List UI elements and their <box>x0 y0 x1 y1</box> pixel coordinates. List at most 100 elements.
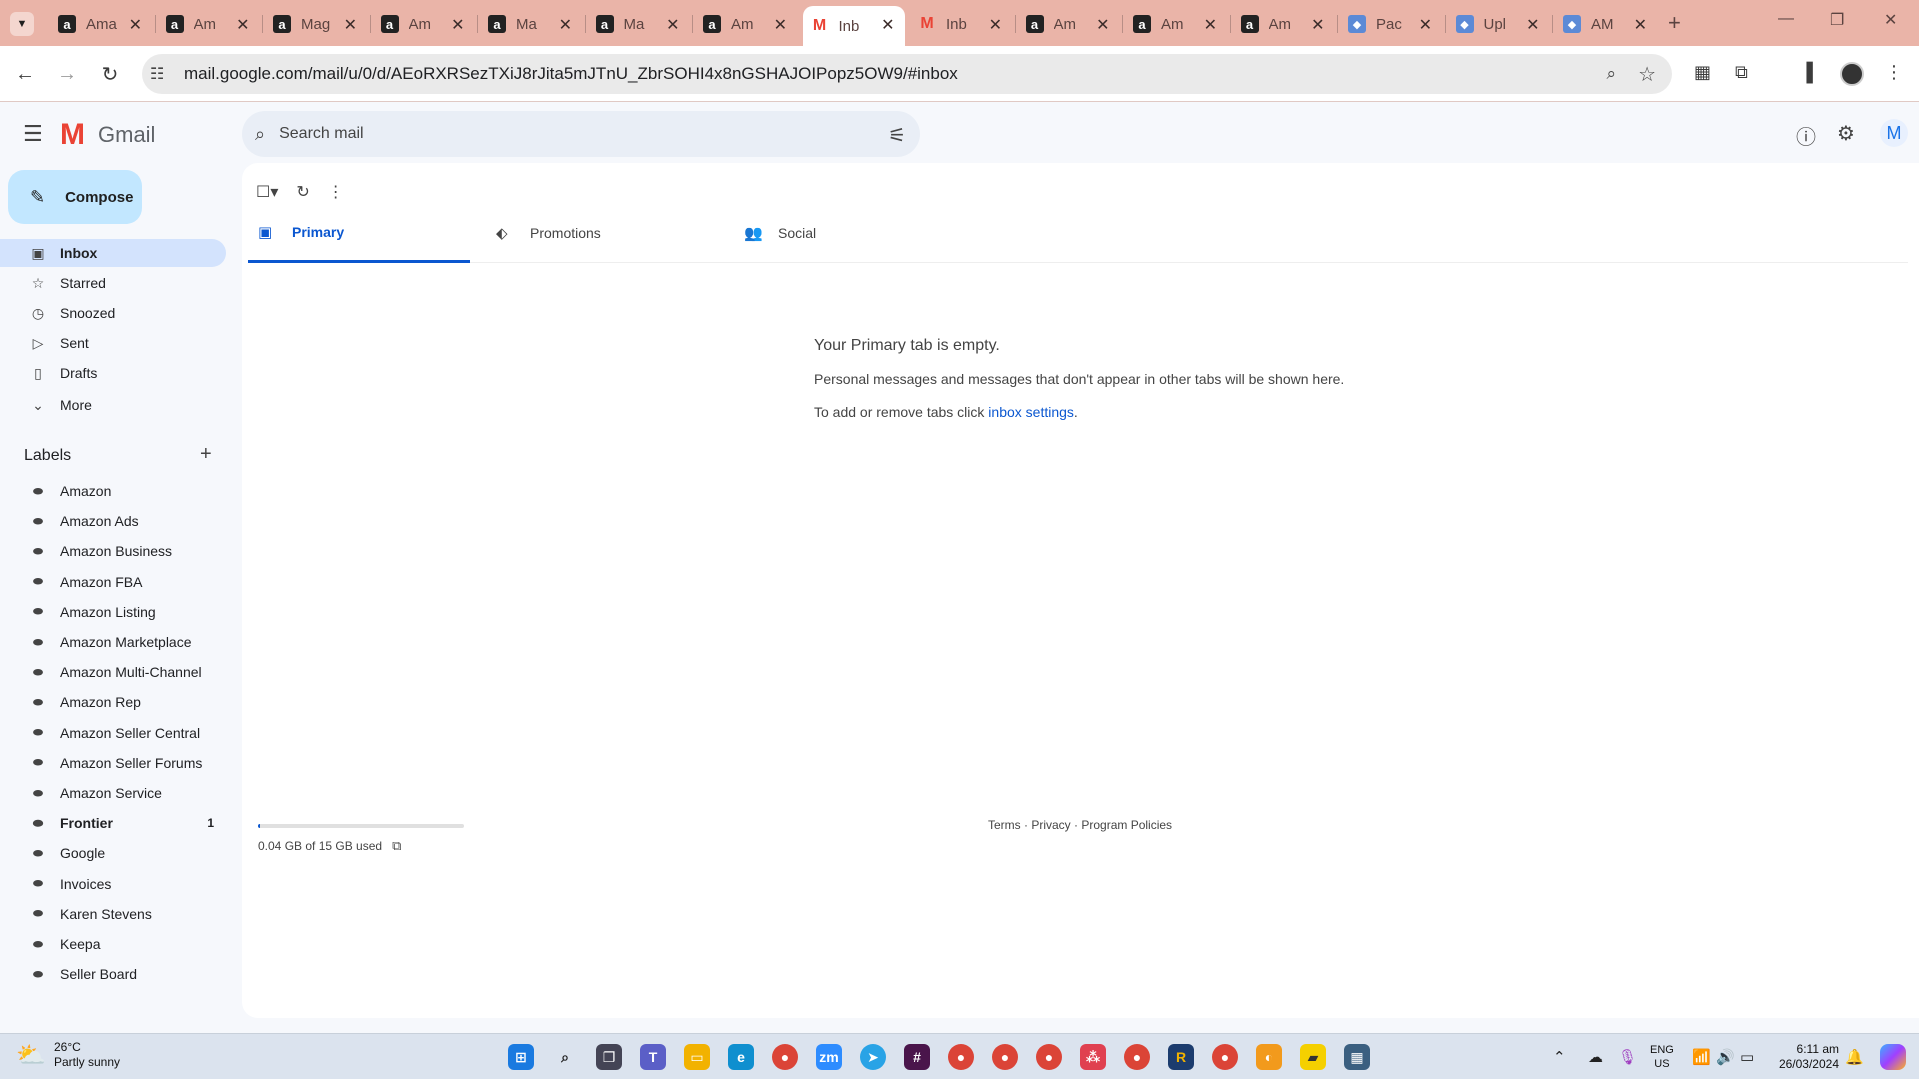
browser-tab[interactable]: a Am ✕ <box>1125 6 1227 42</box>
browser-tab[interactable]: a Mag ✕ <box>265 6 367 42</box>
label-item[interactable]: ⬬ Amazon FBA <box>0 568 226 596</box>
browser-tab[interactable]: M Inb ✕ <box>802 6 905 46</box>
compose-button[interactable]: ✎ Compose <box>8 170 142 224</box>
show-hidden-icons[interactable]: ⌃ <box>1553 1048 1566 1066</box>
windows-start-icon[interactable]: ⊞ <box>508 1044 534 1070</box>
sidebar-item-more[interactable]: ⌄ More <box>0 391 226 419</box>
label-item[interactable]: ⬬ Amazon Listing <box>0 598 226 626</box>
label-item[interactable]: ⬬ Amazon Business <box>0 537 226 565</box>
browser-tab[interactable]: a Ma ✕ <box>588 6 690 42</box>
label-item[interactable]: ⬬ Google <box>0 839 226 867</box>
r-app-icon[interactable]: R <box>1168 1044 1194 1070</box>
close-window-icon[interactable]: ✕ <box>1884 10 1897 30</box>
tab-primary[interactable]: ▣ Primary <box>248 203 470 263</box>
label-item[interactable]: ⬬ Amazon Service <box>0 779 226 807</box>
new-tab-button[interactable]: + <box>1668 10 1681 36</box>
telegram-icon[interactable]: ➤ <box>860 1044 886 1070</box>
settings-gear-icon[interactable]: ⚙ <box>1837 121 1855 146</box>
url-text[interactable]: mail.google.com/mail/u/0/d/AEoRXRSezTXiJ… <box>184 64 958 84</box>
edge-icon[interactable]: e <box>728 1044 754 1070</box>
browser-tab[interactable]: a Am ✕ <box>373 6 475 42</box>
program-policies-link[interactable]: Program Policies <box>1081 818 1172 832</box>
privacy-link[interactable]: Privacy <box>1031 818 1070 832</box>
task-view-icon[interactable]: ❐ <box>596 1044 622 1070</box>
browser-tab[interactable]: a Am ✕ <box>695 6 797 42</box>
wifi-icon[interactable]: 📶 <box>1692 1048 1711 1066</box>
select-all-checkbox[interactable]: ☐▾ <box>256 182 278 202</box>
zoom-app-icon[interactable]: zm <box>816 1044 842 1070</box>
chrome-profile-icon[interactable]: ● <box>1212 1044 1238 1070</box>
chrome-profile-icon[interactable]: ● <box>1124 1044 1150 1070</box>
more-actions-icon[interactable]: ⋮ <box>328 182 344 202</box>
gmail-logo[interactable]: M Gmail <box>60 118 155 152</box>
close-tab-icon[interactable]: ✕ <box>344 15 357 35</box>
inbox-settings-link[interactable]: inbox settings <box>988 404 1074 420</box>
sidebar-item-starred[interactable]: ☆ Starred <box>0 269 226 297</box>
reload-button[interactable]: ↻ <box>95 59 125 89</box>
label-item[interactable]: ⬬ Invoices <box>0 870 226 898</box>
chrome-profile-icon[interactable]: ● <box>992 1044 1018 1070</box>
sidebar-item-inbox[interactable]: ▣ Inbox <box>0 239 226 267</box>
close-tab-icon[interactable]: ✕ <box>1526 15 1539 35</box>
system-clock[interactable]: 6:11 am 26/03/2024 <box>1775 1042 1839 1072</box>
close-tab-icon[interactable]: ✕ <box>989 15 1002 35</box>
label-item[interactable]: ⬬ Amazon Ads <box>0 507 226 535</box>
chrome-icon[interactable]: ● <box>772 1044 798 1070</box>
label-item[interactable]: ⬬ Frontier 1 <box>0 809 226 837</box>
browser-menu-icon[interactable]: ⋮ <box>1885 62 1903 83</box>
label-item[interactable]: ⬬ Amazon Seller Central <box>0 719 226 747</box>
close-tab-icon[interactable]: ✕ <box>236 15 249 35</box>
label-item[interactable]: ⬬ Karen Stevens <box>0 900 226 928</box>
close-tab-icon[interactable]: ✕ <box>1419 15 1432 35</box>
add-label-button[interactable]: + <box>200 443 212 466</box>
label-item[interactable]: ⬬ Amazon Marketplace <box>0 628 226 656</box>
label-item[interactable]: ⬬ Keepa <box>0 930 226 958</box>
chrome-profile-icon[interactable]: ● <box>1036 1044 1062 1070</box>
account-avatar[interactable]: M <box>1880 119 1908 147</box>
tab-search-button[interactable]: ▼ <box>10 12 34 36</box>
file-explorer-icon[interactable]: ▭ <box>684 1044 710 1070</box>
sidebar-item-sent[interactable]: ▷ Sent <box>0 329 226 357</box>
close-tab-icon[interactable]: ✕ <box>1311 15 1324 35</box>
label-item[interactable]: ⬬ Amazon Seller Forums <box>0 749 226 777</box>
close-tab-icon[interactable]: ✕ <box>1634 15 1647 35</box>
tab-promotions[interactable]: ⬖ Promotions <box>486 203 724 263</box>
browser-tab[interactable]: a Ma ✕ <box>480 6 582 42</box>
minimize-icon[interactable]: — <box>1778 10 1794 28</box>
browser-tab[interactable]: a Ama ✕ <box>50 6 152 42</box>
extensions-icon[interactable]: ⧉ <box>1735 62 1748 83</box>
app-icon[interactable]: ◐ <box>1256 1044 1282 1070</box>
tab-social[interactable]: 👥 Social <box>734 203 972 263</box>
sidebar-item-drafts[interactable]: ▯ Drafts <box>0 359 226 387</box>
refresh-icon[interactable]: ↻ <box>296 182 309 202</box>
close-tab-icon[interactable]: ✕ <box>881 15 894 35</box>
close-tab-icon[interactable]: ✕ <box>1204 15 1217 35</box>
open-external-icon[interactable]: ⧉ <box>392 838 401 853</box>
label-item[interactable]: ⬬ Amazon Multi-Channel <box>0 658 226 686</box>
label-item[interactable]: ⬬ Seller Board <box>0 960 226 988</box>
browser-tab[interactable]: M Inb ✕ <box>910 6 1012 42</box>
browser-tab[interactable]: a Am ✕ <box>1018 6 1120 42</box>
notification-bell-icon[interactable]: 🔔 <box>1845 1048 1864 1066</box>
back-button[interactable]: ← <box>10 59 40 89</box>
browser-tab[interactable]: a Am ✕ <box>158 6 260 42</box>
close-tab-icon[interactable]: ✕ <box>1096 15 1109 35</box>
label-item[interactable]: ⬬ Amazon <box>0 477 226 505</box>
microphone-icon[interactable]: 🎙 <box>1618 1048 1637 1066</box>
terms-link[interactable]: Terms <box>988 818 1021 832</box>
zoom-icon[interactable]: ⌕ <box>1606 64 1616 84</box>
taskbar-search-icon[interactable]: ⌕ <box>552 1044 578 1070</box>
help-icon[interactable]: ⓘ <box>1796 121 1816 150</box>
search-input[interactable] <box>279 125 840 143</box>
label-item[interactable]: ⬬ Amazon Rep <box>0 688 226 716</box>
browser-tab[interactable]: ◆ Upl ✕ <box>1448 6 1550 42</box>
address-bar[interactable]: ☷ mail.google.com/mail/u/0/d/AEoRXRSezTX… <box>142 54 1672 94</box>
chrome-profile-icon[interactable]: ● <box>948 1044 974 1070</box>
qr-code-icon[interactable]: ▦ <box>1694 62 1711 83</box>
sticky-notes-icon[interactable]: ▰ <box>1300 1044 1326 1070</box>
side-panel-icon[interactable]: ▐ <box>1800 62 1813 83</box>
sidebar-item-snoozed[interactable]: ◷ Snoozed <box>0 299 226 327</box>
browser-profile-avatar[interactable] <box>1840 62 1864 86</box>
volume-icon[interactable]: 🔊 <box>1716 1048 1735 1066</box>
search-options-icon[interactable]: ⚟ <box>888 123 906 148</box>
